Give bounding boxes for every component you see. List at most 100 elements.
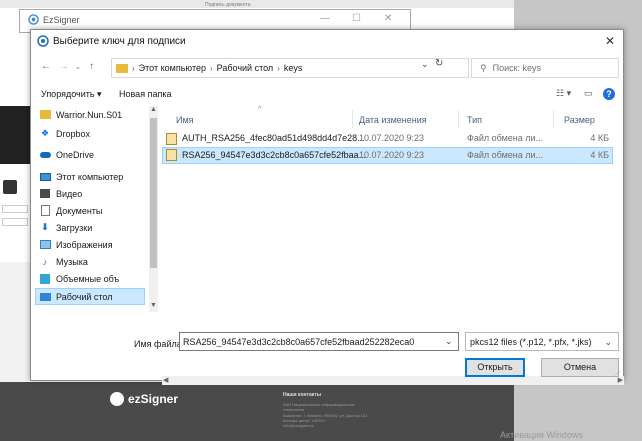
scrollbar-thumb[interactable] [150, 118, 157, 268]
sidebar-item-desktop[interactable]: Рабочий стол [35, 288, 145, 305]
cancel-button[interactable]: Отмена [541, 358, 619, 377]
file-list-horizontal-scrollbar[interactable]: ◀ ▶ [162, 376, 624, 385]
sidebar-item-onedrive[interactable]: OneDrive [39, 146, 143, 163]
forward-arrow-icon[interactable]: → [59, 61, 69, 72]
scroll-left-icon[interactable]: ◀ [163, 376, 168, 384]
address-bar[interactable]: › Этот компьютер › Рабочий стол › keys [111, 58, 469, 78]
search-placeholder: Поиск: keys [492, 63, 542, 73]
search-icon: ⚲ [480, 62, 487, 73]
filename-input[interactable] [179, 332, 459, 351]
dialog-app-icon [37, 35, 49, 47]
sidebar-item-music[interactable]: ♪ Музыка [39, 253, 143, 270]
close-icon[interactable]: ✕ [384, 13, 392, 24]
resize-grip-icon[interactable]: ⋰ [614, 370, 621, 378]
file-date: 10.07.2020 9:23 [359, 150, 425, 160]
sidebar-item-video[interactable]: Видео [39, 185, 143, 202]
organize-menu[interactable]: Упорядочить ▾ [41, 89, 102, 100]
sidebar-item-label: OneDrive [56, 149, 95, 160]
scroll-up-icon[interactable]: ▲ [150, 106, 157, 113]
file-size: 4 КБ [590, 133, 609, 143]
background-footer [0, 382, 514, 441]
file-list: ^ Имя Дата изменения Тип Размер AUTH_RSA… [162, 106, 624, 385]
column-divider[interactable] [352, 110, 353, 128]
ezsigner-title: EzSigner [28, 14, 80, 25]
folder-icon [116, 63, 128, 73]
document-icon [39, 205, 51, 216]
sort-indicator-icon: ^ [258, 106, 262, 113]
file-type: Файл обмена ли... [467, 150, 544, 160]
navigation-bar: ← → ⌄ ↑ › Этот компьютер › Рабочий стол … [31, 54, 623, 82]
column-header-type[interactable]: Тип [467, 115, 482, 125]
dialog-title: Выберите ключ для подписи [53, 36, 186, 47]
breadcrumb-desktop[interactable]: Рабочий стол [217, 63, 274, 73]
navigation-pane: Warrior.Nun.S01 ❖ Dropbox OneDrive Этот … [31, 106, 149, 312]
ezsigner-logo-icon [110, 392, 124, 406]
navigation-pane-scrollbar[interactable]: ▲ ▼ [149, 106, 158, 312]
image-icon [39, 239, 51, 250]
sidebar-item-this-pc[interactable]: Этот компьютер [39, 168, 143, 185]
scroll-down-icon[interactable]: ▼ [150, 302, 157, 309]
address-dropdown-icon[interactable]: ⌄ [421, 59, 429, 70]
download-icon: ⬇ [41, 222, 49, 232]
filetype-select[interactable]: pkcs12 files (*.p12, *.pfx, *.jks) ⌄ [465, 332, 619, 351]
column-divider[interactable] [458, 110, 459, 128]
column-header-size[interactable]: Размер [564, 115, 595, 125]
footer-line: технологии [283, 407, 304, 412]
open-file-dialog: Выберите ключ для подписи ✕ ← → ⌄ ↑ › Эт… [30, 29, 624, 385]
column-divider[interactable] [553, 110, 554, 128]
search-box[interactable]: ⚲ Поиск: keys [471, 58, 619, 78]
recent-locations-chevron-icon[interactable]: ⌄ [75, 63, 81, 71]
filetype-value: pkcs12 files (*.p12, *.pfx, *.jks) [470, 337, 592, 347]
help-icon[interactable]: ? [603, 88, 615, 100]
sidebar-item-pictures[interactable]: Изображения [39, 236, 143, 253]
maximize-icon[interactable]: ☐ [352, 13, 361, 24]
cube-icon [39, 273, 51, 284]
dialog-close-icon[interactable]: ✕ [605, 34, 615, 48]
sidebar-item-documents[interactable]: Документы [39, 202, 143, 219]
preview-pane-icon[interactable]: ▭ [584, 88, 593, 99]
sidebar-item-label: Видео [56, 188, 83, 199]
filename-label: Имя файла: [134, 339, 185, 349]
sidebar-item-label: Рабочий стол [56, 291, 113, 302]
open-button[interactable]: Открыть [465, 358, 525, 377]
sidebar-item-dropbox[interactable]: ❖ Dropbox [39, 125, 143, 142]
column-header-name[interactable]: Имя [176, 115, 194, 125]
back-arrow-icon[interactable]: ← [41, 61, 51, 72]
refresh-icon[interactable]: ↻ [435, 58, 443, 69]
filetype-dropdown-icon: ⌄ [604, 337, 612, 347]
footer-logo-text: ezSigner [128, 392, 179, 406]
windows-activation-watermark: Активация Windows [500, 430, 583, 440]
minimize-icon[interactable]: — [320, 13, 330, 24]
computer-icon [39, 171, 51, 182]
breadcrumb-separator: › [209, 63, 213, 73]
view-options-icon[interactable]: ☷ ▾ [556, 88, 571, 99]
column-header-date[interactable]: Дата изменения [359, 115, 427, 125]
breadcrumb-separator: › [277, 63, 280, 73]
file-row[interactable]: AUTH_RSA256_4fec80ad51d498dd4d7e28... 10… [162, 130, 613, 147]
sidebar-item-label: Warrior.Nun.S01 [56, 109, 123, 120]
certificate-file-icon [166, 149, 177, 161]
new-folder-button[interactable]: Новая папка [119, 89, 171, 99]
sidebar-item-warrior-nun[interactable]: Warrior.Nun.S01 [39, 106, 143, 123]
sidebar-item-label: Объемные объ [56, 273, 120, 284]
breadcrumb-keys[interactable]: keys [284, 63, 303, 73]
footer-contacts-title: Наши контакты [283, 392, 321, 398]
breadcrumb-this-pc[interactable]: Этот компьютер [139, 63, 206, 73]
ezsigner-app-icon [28, 14, 39, 25]
file-size: 4 КБ [590, 150, 609, 160]
background-app-icon [3, 180, 17, 194]
cloud-icon [39, 149, 51, 160]
file-list-header: ^ Имя Дата изменения Тип Размер [162, 106, 624, 128]
background-caption: Подпись документа [205, 2, 251, 8]
filename-dropdown-icon[interactable]: ⌄ [445, 336, 453, 347]
sidebar-item-3d-objects[interactable]: Объемные объ [39, 270, 143, 287]
file-row-selected[interactable]: RSA256_94547e3d3c2cb8c0a657cfe52fbaa... … [162, 147, 613, 164]
up-arrow-icon[interactable]: ↑ [89, 61, 94, 72]
music-icon: ♪ [42, 256, 48, 267]
sidebar-item-label: Документы [56, 205, 103, 216]
sidebar-item-label: Dropbox [56, 128, 91, 139]
background-gray-panel [0, 262, 30, 382]
background-mini-row [2, 218, 28, 226]
sidebar-item-label: Музыка [56, 256, 88, 267]
sidebar-item-downloads[interactable]: ⬇ Загрузки [39, 219, 143, 236]
